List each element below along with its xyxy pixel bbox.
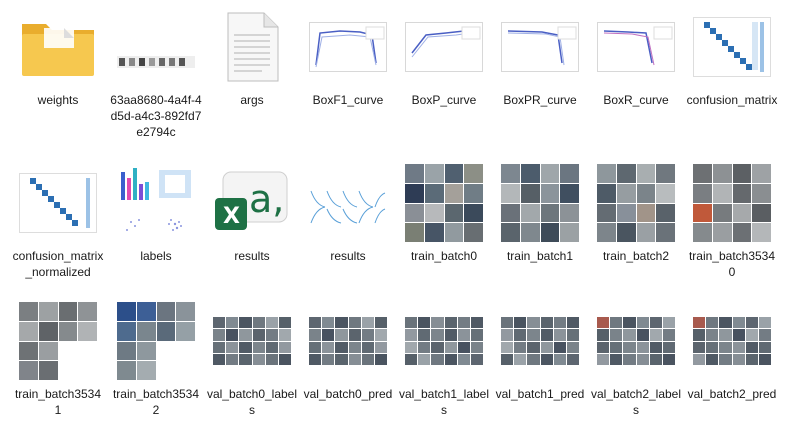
file-label: args (240, 93, 264, 107)
image-thumbnail (110, 6, 202, 88)
file-label: results (330, 249, 366, 263)
file-label: BoxR_curve (603, 93, 669, 107)
image-thumbnail (494, 162, 586, 244)
excel-icon: a, X (206, 162, 298, 244)
image-thumbnail (494, 6, 586, 88)
image-thumbnail (686, 300, 778, 382)
file-label: train_batch0 (410, 249, 478, 263)
file-label: val_batch1_pred (495, 387, 585, 401)
image-thumbnail (110, 300, 202, 382)
file-label: val_batch0_pred (303, 387, 393, 401)
image-thumbnail (590, 6, 682, 88)
file-label: train_batch35341 (14, 387, 102, 417)
file-label: train_batch2 (602, 249, 670, 263)
svg-text:a,: a, (249, 177, 284, 221)
file-label: weights (37, 93, 79, 107)
image-thumbnail (590, 300, 682, 382)
image-thumbnail (398, 162, 490, 244)
file-label: confusion_matrix (686, 93, 778, 107)
image-thumbnail (110, 162, 202, 244)
image-thumbnail (302, 6, 394, 88)
image-thumbnail (686, 6, 778, 88)
file-label: train_batch35342 (112, 387, 200, 417)
image-thumbnail (12, 162, 104, 244)
file-label: BoxP_curve (411, 93, 477, 107)
image-thumbnail (398, 300, 490, 382)
image-thumbnail (398, 6, 490, 88)
file-label: val_batch0_labels (206, 387, 298, 417)
document-icon (206, 6, 298, 88)
file-label: confusion_matrix_normalized (12, 249, 104, 279)
file-label: val_batch2_labels (590, 387, 682, 417)
file-label: BoxF1_curve (312, 93, 384, 107)
file-explorer-grid: weights 63aa8680-4a4f-4d5d-a4c3-892fd7e2… (0, 0, 788, 426)
file-label: BoxPR_curve (503, 93, 577, 107)
file-label: val_batch2_pred (687, 387, 777, 401)
image-thumbnail (302, 162, 394, 244)
image-thumbnail (590, 162, 682, 244)
file-label: results (234, 249, 270, 263)
svg-text:X: X (223, 204, 240, 229)
image-thumbnail (12, 300, 104, 382)
image-thumbnail (686, 162, 778, 244)
file-label: labels (140, 249, 172, 263)
image-thumbnail (302, 300, 394, 382)
file-label: val_batch1_labels (398, 387, 490, 417)
file-label: 63aa8680-4a4f-4d5d-a4c3-892fd7e2794c (110, 93, 202, 139)
file-label: train_batch1 (506, 249, 574, 263)
folder-icon (12, 6, 104, 88)
file-label: train_batch35340 (688, 249, 776, 279)
image-thumbnail (494, 300, 586, 382)
image-thumbnail (206, 300, 298, 382)
